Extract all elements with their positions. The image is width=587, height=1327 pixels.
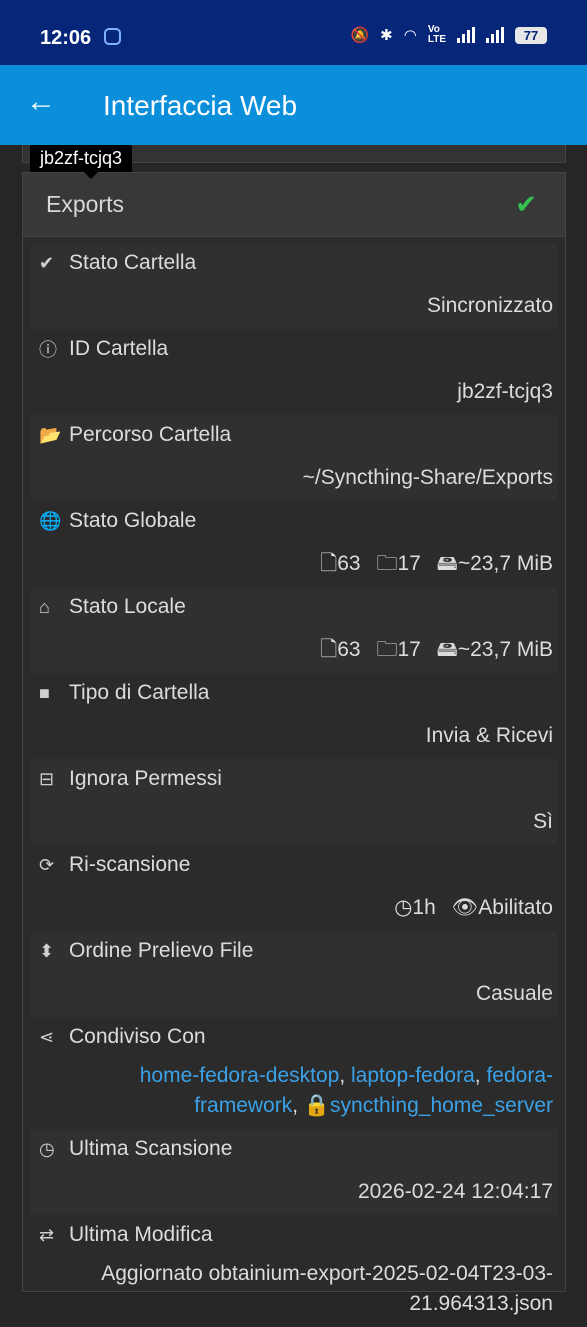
check-icon: ✔ (515, 189, 537, 219)
clock-icon: ◷ (39, 1138, 55, 1159)
rescan-interval: 1h (412, 896, 436, 919)
row-label: Tipo di Cartella (69, 681, 210, 704)
status-icons: 🔕 ✱ ◠ Vo LTE 77 (350, 25, 547, 45)
files-count: 63 (337, 638, 361, 661)
watch-status: Abilitato (478, 896, 553, 919)
row-value: 2026-02-24 12:04:17 (358, 1180, 553, 1203)
folder-panel-header[interactable]: Exports ✔ (23, 173, 565, 237)
app-notification-icon (104, 28, 121, 45)
row-label: ID Cartella (69, 337, 169, 360)
row-stato-cartella: ✔ Stato Cartella Sincronizzato (31, 243, 557, 329)
clock-icon: ◷ (394, 896, 413, 919)
back-arrow-icon[interactable]: ← (26, 85, 56, 119)
row-value: Sincronizzato (426, 294, 553, 317)
row-label: Ultima Modifica (69, 1223, 213, 1246)
volte-icon: Vo LTE (427, 24, 446, 45)
mute-icon: 🔕 (350, 27, 370, 44)
page-title: Interfaccia Web (103, 90, 298, 121)
files-count: 63 (337, 552, 361, 575)
folder-panel: Exports ✔ ✔ Stato Cartella Sincronizzato … (22, 172, 566, 1315)
hdd-icon: 🖴 (436, 638, 458, 661)
row-condiviso: ⋖ Condiviso Con home-fedora-desktop, lapt… (31, 1017, 557, 1129)
file-icon: 🗋 (320, 638, 338, 661)
row-label: Percorso Cartella (69, 423, 232, 446)
row-percorso: 📂 Percorso Cartella ~/Syncthing-Share/Exp… (31, 415, 557, 501)
signal-icon-1 (457, 27, 475, 43)
folder-name: Exports (46, 191, 124, 217)
folder-icon: 🗀 (376, 552, 398, 575)
hdd-icon: 🖴 (436, 552, 458, 575)
folder-icon: ■ (39, 682, 50, 703)
row-value: jb2zf-tcjq3 (457, 380, 553, 403)
device-link[interactable]: syncthing_home_server (330, 1094, 553, 1117)
row-label: Ordine Prelievo File (69, 939, 254, 962)
row-ultima-scansione: ◷ Ultima Scansione 2026-02-24 12:04:17 (31, 1129, 557, 1215)
device-link[interactable]: home-fedora-desktop (140, 1064, 340, 1087)
row-value: ◷1h 👁Abilitato (39, 893, 557, 923)
row-value: Aggiornato obtainium-export-2025-02-04T2… (101, 1262, 553, 1315)
sort-icon: ⬍ (39, 940, 55, 961)
row-ordine: ⬍ Ordine Prelievo File Casuale (31, 931, 557, 1017)
row-label: Ultima Scansione (69, 1137, 233, 1160)
row-label: Stato Cartella (69, 251, 197, 274)
row-label: Stato Locale (69, 595, 186, 618)
row-ultima-modifica: ⇄ Ultima Modifica Aggiornato obtainium-ex… (31, 1215, 557, 1327)
row-label: Stato Globale (69, 509, 197, 532)
eye-icon: 👁 (451, 896, 479, 919)
lock-icon: 🔒 (303, 1094, 331, 1117)
globe-icon: 🌐 (39, 510, 62, 531)
minus-square-icon: ⊟ (39, 768, 55, 789)
row-value: 🗋63 🗀17 🖴~23,7 MiB (39, 635, 557, 665)
size: ~23,7 MiB (457, 552, 553, 575)
clock: 12:06 (40, 27, 92, 49)
share-icon: ⋖ (39, 1026, 55, 1047)
file-icon: 🗋 (320, 552, 338, 575)
app-bar: ← Interfaccia Web (0, 65, 587, 145)
wifi-icon: ◠ (403, 27, 417, 44)
info-icon: ⓘ (39, 340, 57, 360)
row-value: ~/Syncthing-Share/Exports (302, 466, 553, 489)
row-label: Condiviso Con (69, 1025, 206, 1048)
dirs-count: 17 (397, 638, 421, 661)
row-label: Ignora Permessi (69, 767, 222, 790)
row-stato-locale: ⌂ Stato Locale 🗋63 🗀17 🖴~23,7 MiB (31, 587, 557, 673)
battery-icon: 77 (515, 26, 547, 44)
row-value: Sì (533, 810, 553, 833)
row-tipo: ■ Tipo di Cartella Invia & Ricevi (31, 673, 557, 759)
folder-icon: 🗀 (376, 638, 398, 661)
row-stato-globale: 🌐 Stato Globale 🗋63 🗀17 🖴~23,7 MiB (31, 501, 557, 587)
row-value: Casuale (475, 982, 553, 1005)
home-icon: ⌂ (39, 596, 50, 617)
folder-details: ✔ Stato Cartella Sincronizzato ⓘ ID Cartel… (23, 237, 565, 1327)
row-id-cartella: ⓘ ID Cartella jb2zf-tcjq3 (31, 329, 557, 415)
row-value: home-fedora-desktop, laptop-fedora, fedo… (139, 1064, 553, 1117)
dirs-count: 17 (397, 552, 421, 575)
check-icon: ✔ (39, 252, 55, 273)
size: ~23,7 MiB (457, 638, 553, 661)
bluetooth-icon: ✱ (380, 27, 393, 44)
folder-id-tooltip: jb2zf-tcjq3 (30, 145, 133, 179)
row-ignora-permessi: ⊟ Ignora Permessi Sì (31, 759, 557, 845)
status-bar: 12:06 🔕 ✱ ◠ Vo LTE 77 (0, 0, 587, 65)
row-value: Invia & Ricevi (425, 724, 553, 747)
folder-open-icon: 📂 (39, 424, 62, 445)
refresh-icon: ⟳ (39, 854, 55, 875)
row-riscansione: ⟳ Ri-scansione ◷1h 👁Abilitato (31, 845, 557, 931)
signal-icon-2 (486, 27, 504, 43)
device-link[interactable]: laptop-fedora (351, 1064, 475, 1087)
exchange-icon: ⇄ (39, 1224, 55, 1245)
row-label: Ri-scansione (69, 853, 191, 876)
row-value: 🗋63 🗀17 🖴~23,7 MiB (39, 549, 557, 579)
